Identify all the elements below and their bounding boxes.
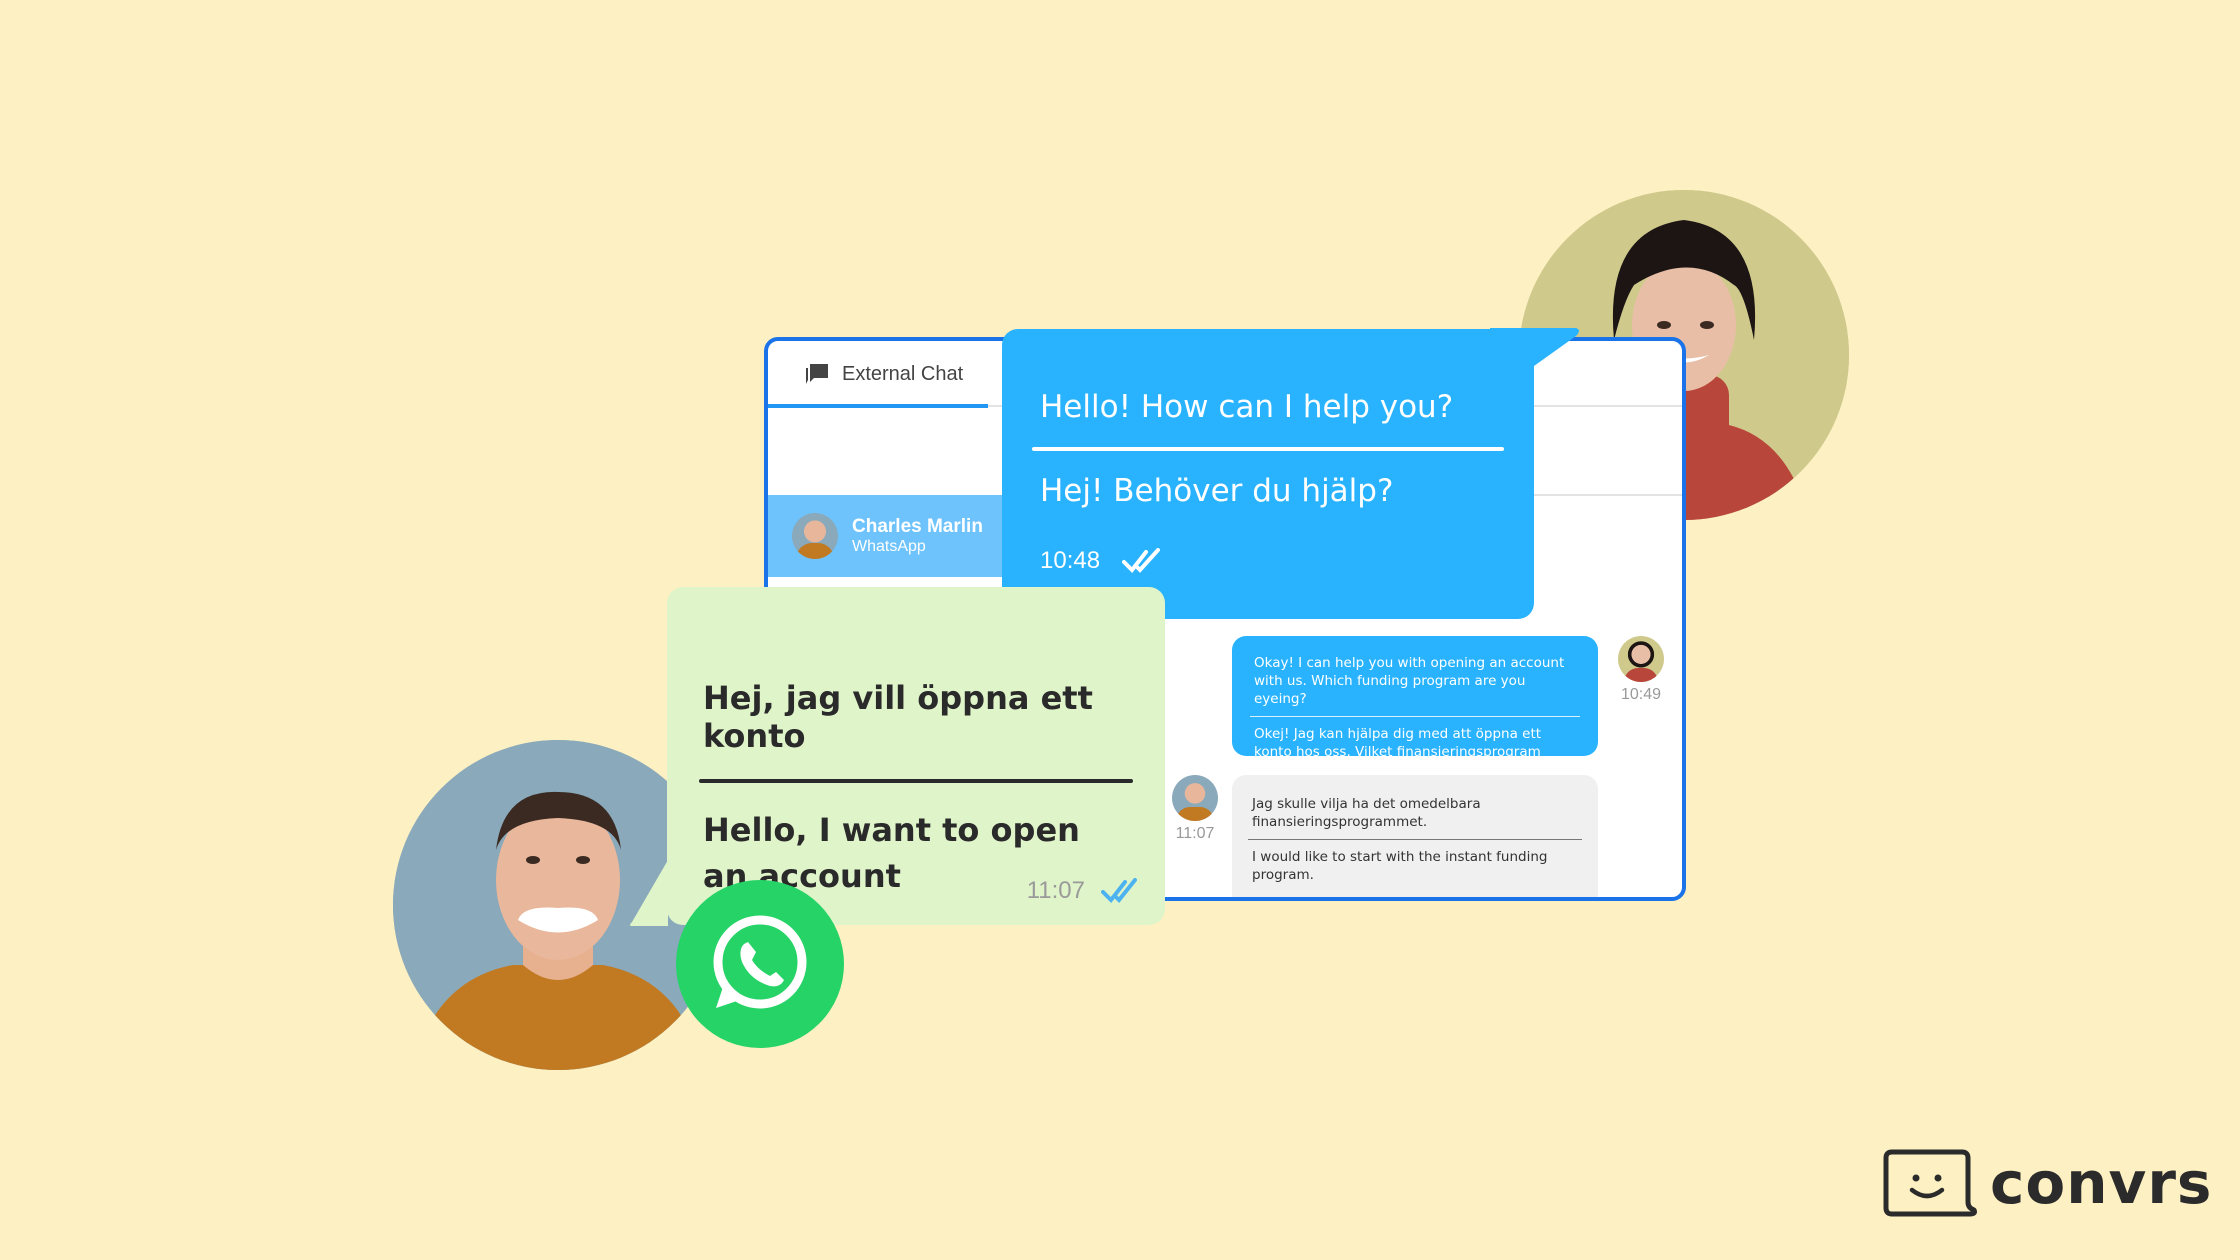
contact-name: Charles Marlin bbox=[852, 516, 983, 537]
message-divider bbox=[1250, 716, 1580, 717]
customer-message-meta: 11:07 bbox=[1172, 775, 1218, 843]
agent-message-meta: 10:49 bbox=[1618, 636, 1664, 704]
chat-bubbles-icon bbox=[804, 362, 830, 386]
message-text-sv: Jag skulle vilja ha det omedelbara finan… bbox=[1252, 796, 1481, 830]
message-time: 10:49 bbox=[1620, 686, 1662, 703]
message-agent: Okay! I can help you with opening an acc… bbox=[1232, 636, 1598, 778]
agent-bubble-time: 10:48 bbox=[1040, 547, 1101, 574]
message-text-sv: Okej! Jag kan hjälpa dig med att öppna e… bbox=[1254, 726, 1542, 778]
customer-bubble: Hej, jag vill öppna ett konto Hello, I w… bbox=[667, 587, 1165, 925]
agent-bubble-divider bbox=[1032, 447, 1504, 451]
header-divider bbox=[1528, 494, 1682, 496]
brand-logo: convrs bbox=[1882, 1148, 2212, 1218]
agent-avatar bbox=[1618, 636, 1664, 682]
message-text-en: Okay! I can help you with opening an acc… bbox=[1254, 655, 1565, 707]
message-time: 11:07 bbox=[1175, 825, 1215, 842]
message-divider bbox=[1248, 839, 1582, 840]
contact-channel: WhatsApp bbox=[852, 538, 926, 555]
customer-bubble-time: 11:07 bbox=[1026, 877, 1085, 904]
brand-name: convrs bbox=[1990, 1149, 2213, 1217]
customer-bubble-divider bbox=[699, 779, 1133, 783]
contact-avatar bbox=[792, 513, 838, 559]
double-check-icon bbox=[1101, 878, 1139, 904]
message-text-en: I would like to start with the instant f… bbox=[1252, 849, 1548, 883]
agent-bubble: Hello! How can I help you? Hej! Behöver … bbox=[1002, 329, 1534, 619]
tab-label: External Chat bbox=[842, 362, 964, 385]
tab-active-indicator bbox=[768, 404, 988, 408]
whatsapp-icon bbox=[676, 880, 844, 1048]
contact-list-item[interactable]: Charles Marlin WhatsApp bbox=[768, 495, 1008, 577]
agent-bubble-line1: Hello! How can I help you? bbox=[1040, 389, 1454, 425]
customer-avatar bbox=[1172, 775, 1218, 821]
smiley-chat-icon bbox=[1882, 1148, 1978, 1218]
message-customer: Jag skulle vilja ha det omedelbara finan… bbox=[1232, 775, 1598, 897]
double-check-icon bbox=[1122, 548, 1162, 574]
agent-bubble-line2: Hej! Behöver du hjälp? bbox=[1040, 473, 1394, 509]
tab-external-chat[interactable]: External Chat bbox=[768, 341, 988, 407]
customer-bubble-line1: Hej, jag vill öppna ett konto bbox=[703, 679, 1093, 755]
